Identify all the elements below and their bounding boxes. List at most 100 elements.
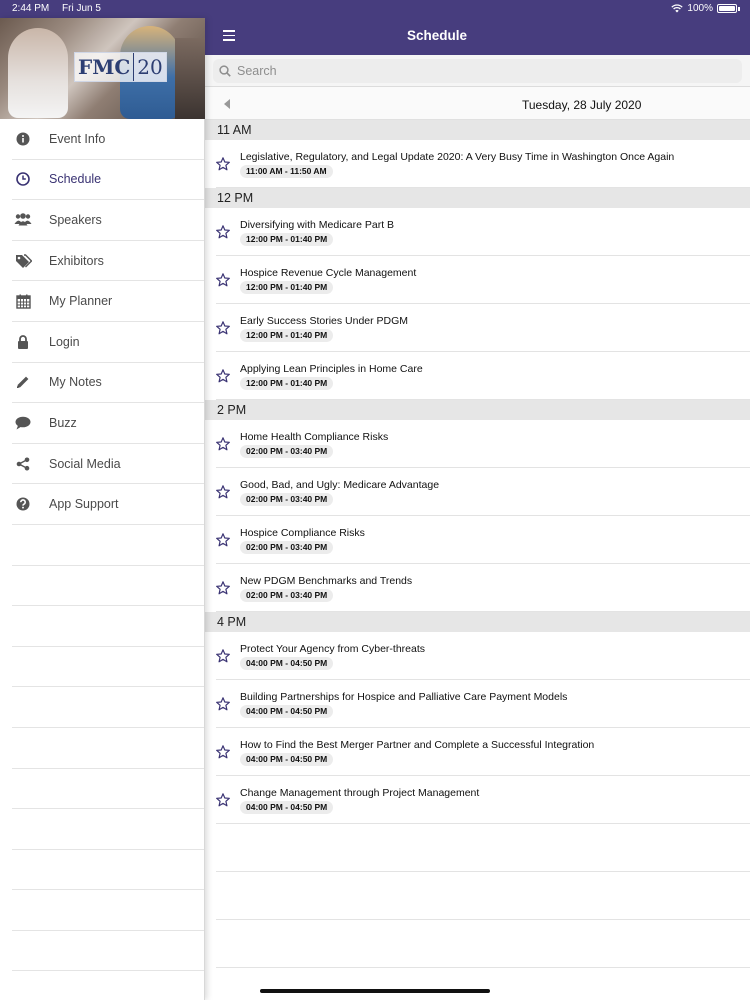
- star-icon[interactable]: [216, 273, 230, 287]
- session-title: Good, Bad, and Ugly: Medicare Advantage: [240, 479, 440, 491]
- session-title: Hospice Revenue Cycle Management: [240, 267, 417, 279]
- session-time: 12:00 PM - 01:40 PM: [240, 329, 334, 342]
- star-icon[interactable]: [216, 369, 230, 383]
- sidebar-item-buzz[interactable]: Buzz: [12, 403, 204, 444]
- session-time: 02:00 PM - 03:40 PM: [240, 589, 334, 602]
- session-time: 02:00 PM - 03:40 PM: [240, 541, 334, 554]
- clock-icon: [16, 172, 30, 187]
- sidebar-item-exhibitors[interactable]: Exhibitors: [12, 241, 204, 282]
- sidebar-empty-row: [12, 850, 204, 891]
- search-bar: [205, 55, 750, 87]
- section-header: 11 AM: [205, 120, 750, 140]
- session-title: Building Partnerships for Hospice and Pa…: [240, 691, 568, 703]
- session-row[interactable]: How to Find the Best Merger Partner and …: [216, 728, 750, 776]
- sidebar: FMC 20 Event Info Schedule Speakers Exhi…: [0, 18, 205, 1000]
- sidebar-item-label: App Support: [49, 497, 119, 512]
- session-title: Hospice Compliance Risks: [240, 527, 365, 539]
- sidebar-item-label: Login: [49, 334, 80, 349]
- banner-person-1: [8, 28, 68, 118]
- sidebar-empty-row: [12, 566, 204, 607]
- search-input[interactable]: [237, 64, 537, 78]
- session-title: Diversifying with Medicare Part B: [240, 219, 395, 231]
- sidebar-item-social-media[interactable]: Social Media: [12, 444, 204, 485]
- share-icon: [16, 457, 30, 471]
- session-time: 04:00 PM - 04:50 PM: [240, 657, 334, 670]
- sidebar-item-label: Exhibitors: [49, 253, 104, 268]
- session-row[interactable]: Applying Lean Principles in Home Care 12…: [216, 352, 750, 400]
- star-icon[interactable]: [216, 533, 230, 547]
- session-title: Change Management through Project Manage…: [240, 787, 480, 799]
- event-banner: FMC 20: [0, 18, 205, 119]
- session-row[interactable]: Diversifying with Medicare Part B 12:00 …: [216, 208, 750, 256]
- session-time: 04:00 PM - 04:50 PM: [240, 753, 334, 766]
- sidebar-empty-row: [12, 687, 204, 728]
- star-icon[interactable]: [216, 225, 230, 239]
- session-row[interactable]: Change Management through Project Manage…: [216, 776, 750, 824]
- question-icon: [16, 497, 30, 511]
- session-title: Early Success Stories Under PDGM: [240, 315, 409, 327]
- session-title: Home Health Compliance Risks: [240, 431, 389, 443]
- session-row[interactable]: Hospice Compliance Risks 02:00 PM - 03:4…: [216, 516, 750, 564]
- session-row[interactable]: Home Health Compliance Risks 02:00 PM - …: [216, 420, 750, 468]
- calendar-icon: [15, 294, 31, 309]
- star-icon[interactable]: [216, 793, 230, 807]
- battery-cap: [738, 6, 740, 11]
- search-box[interactable]: [213, 59, 742, 83]
- session-row[interactable]: Hospice Revenue Cycle Management 12:00 P…: [216, 256, 750, 304]
- session-time: 12:00 PM - 01:40 PM: [240, 281, 334, 294]
- sidebar-empty-row: [12, 525, 204, 566]
- session-row[interactable]: New PDGM Benchmarks and Trends 02:00 PM …: [216, 564, 750, 612]
- section-header: 2 PM: [205, 400, 750, 420]
- sidebar-item-event-info[interactable]: Event Info: [12, 119, 204, 160]
- sidebar-item-speakers[interactable]: Speakers: [12, 200, 204, 241]
- banner-person-3: [175, 38, 205, 119]
- sidebar-item-schedule[interactable]: Schedule: [12, 160, 204, 201]
- sidebar-item-my-planner[interactable]: My Planner: [12, 281, 204, 322]
- page-title: Schedule: [407, 28, 468, 43]
- session-time: 12:00 PM - 01:40 PM: [240, 377, 334, 390]
- logo-text: FMC: [78, 55, 131, 79]
- session-row[interactable]: Good, Bad, and Ugly: Medicare Advantage …: [216, 468, 750, 516]
- star-icon[interactable]: [216, 485, 230, 499]
- session-title: How to Find the Best Merger Partner and …: [240, 739, 595, 751]
- star-icon[interactable]: [216, 581, 230, 595]
- date-navigator: Tuesday, 28 July 2020: [205, 87, 750, 120]
- session-row[interactable]: Protect Your Agency from Cyber-threats 0…: [216, 632, 750, 680]
- pencil-icon: [17, 376, 29, 389]
- session-row[interactable]: Legislative, Regulatory, and Legal Updat…: [216, 140, 750, 188]
- star-icon[interactable]: [216, 321, 230, 335]
- sidebar-item-label: My Planner: [49, 294, 113, 309]
- star-icon[interactable]: [216, 745, 230, 759]
- status-bar: 2:44 PM Fri Jun 5 100%: [0, 0, 750, 18]
- session-time: 04:00 PM - 04:50 PM: [240, 705, 334, 718]
- event-logo: FMC 20: [74, 52, 167, 82]
- session-time: 12:00 PM - 01:40 PM: [240, 233, 334, 246]
- status-time: 2:44 PM: [12, 3, 50, 14]
- sidebar-item-label: Speakers: [49, 212, 102, 227]
- session-time: 04:00 PM - 04:50 PM: [240, 801, 334, 814]
- empty-row: [216, 824, 750, 872]
- star-icon[interactable]: [216, 649, 230, 663]
- home-indicator[interactable]: [260, 989, 490, 993]
- section-header: 4 PM: [205, 612, 750, 632]
- star-icon[interactable]: [216, 697, 230, 711]
- lock-icon: [18, 334, 28, 349]
- wifi-icon: [671, 4, 684, 13]
- empty-row: [216, 872, 750, 920]
- status-date: Fri Jun 5: [62, 3, 101, 14]
- sidebar-item-login[interactable]: Login: [12, 322, 204, 363]
- session-title: Legislative, Regulatory, and Legal Updat…: [240, 151, 675, 163]
- star-icon[interactable]: [216, 437, 230, 451]
- sidebar-item-my-notes[interactable]: My Notes: [12, 363, 204, 404]
- sidebar-empty-row: [12, 809, 204, 850]
- sidebar-item-app-support[interactable]: App Support: [12, 484, 204, 525]
- star-icon[interactable]: [216, 157, 230, 171]
- sidebar-empty-row: [12, 890, 204, 931]
- session-row[interactable]: Building Partnerships for Hospice and Pa…: [216, 680, 750, 728]
- sidebar-item-label: My Notes: [49, 375, 102, 390]
- chat-bubble-icon: [15, 416, 31, 430]
- session-title: New PDGM Benchmarks and Trends: [240, 575, 413, 587]
- session-row[interactable]: Early Success Stories Under PDGM 12:00 P…: [216, 304, 750, 352]
- session-time: 11:00 AM - 11:50 AM: [240, 165, 333, 178]
- session-time: 02:00 PM - 03:40 PM: [240, 493, 334, 506]
